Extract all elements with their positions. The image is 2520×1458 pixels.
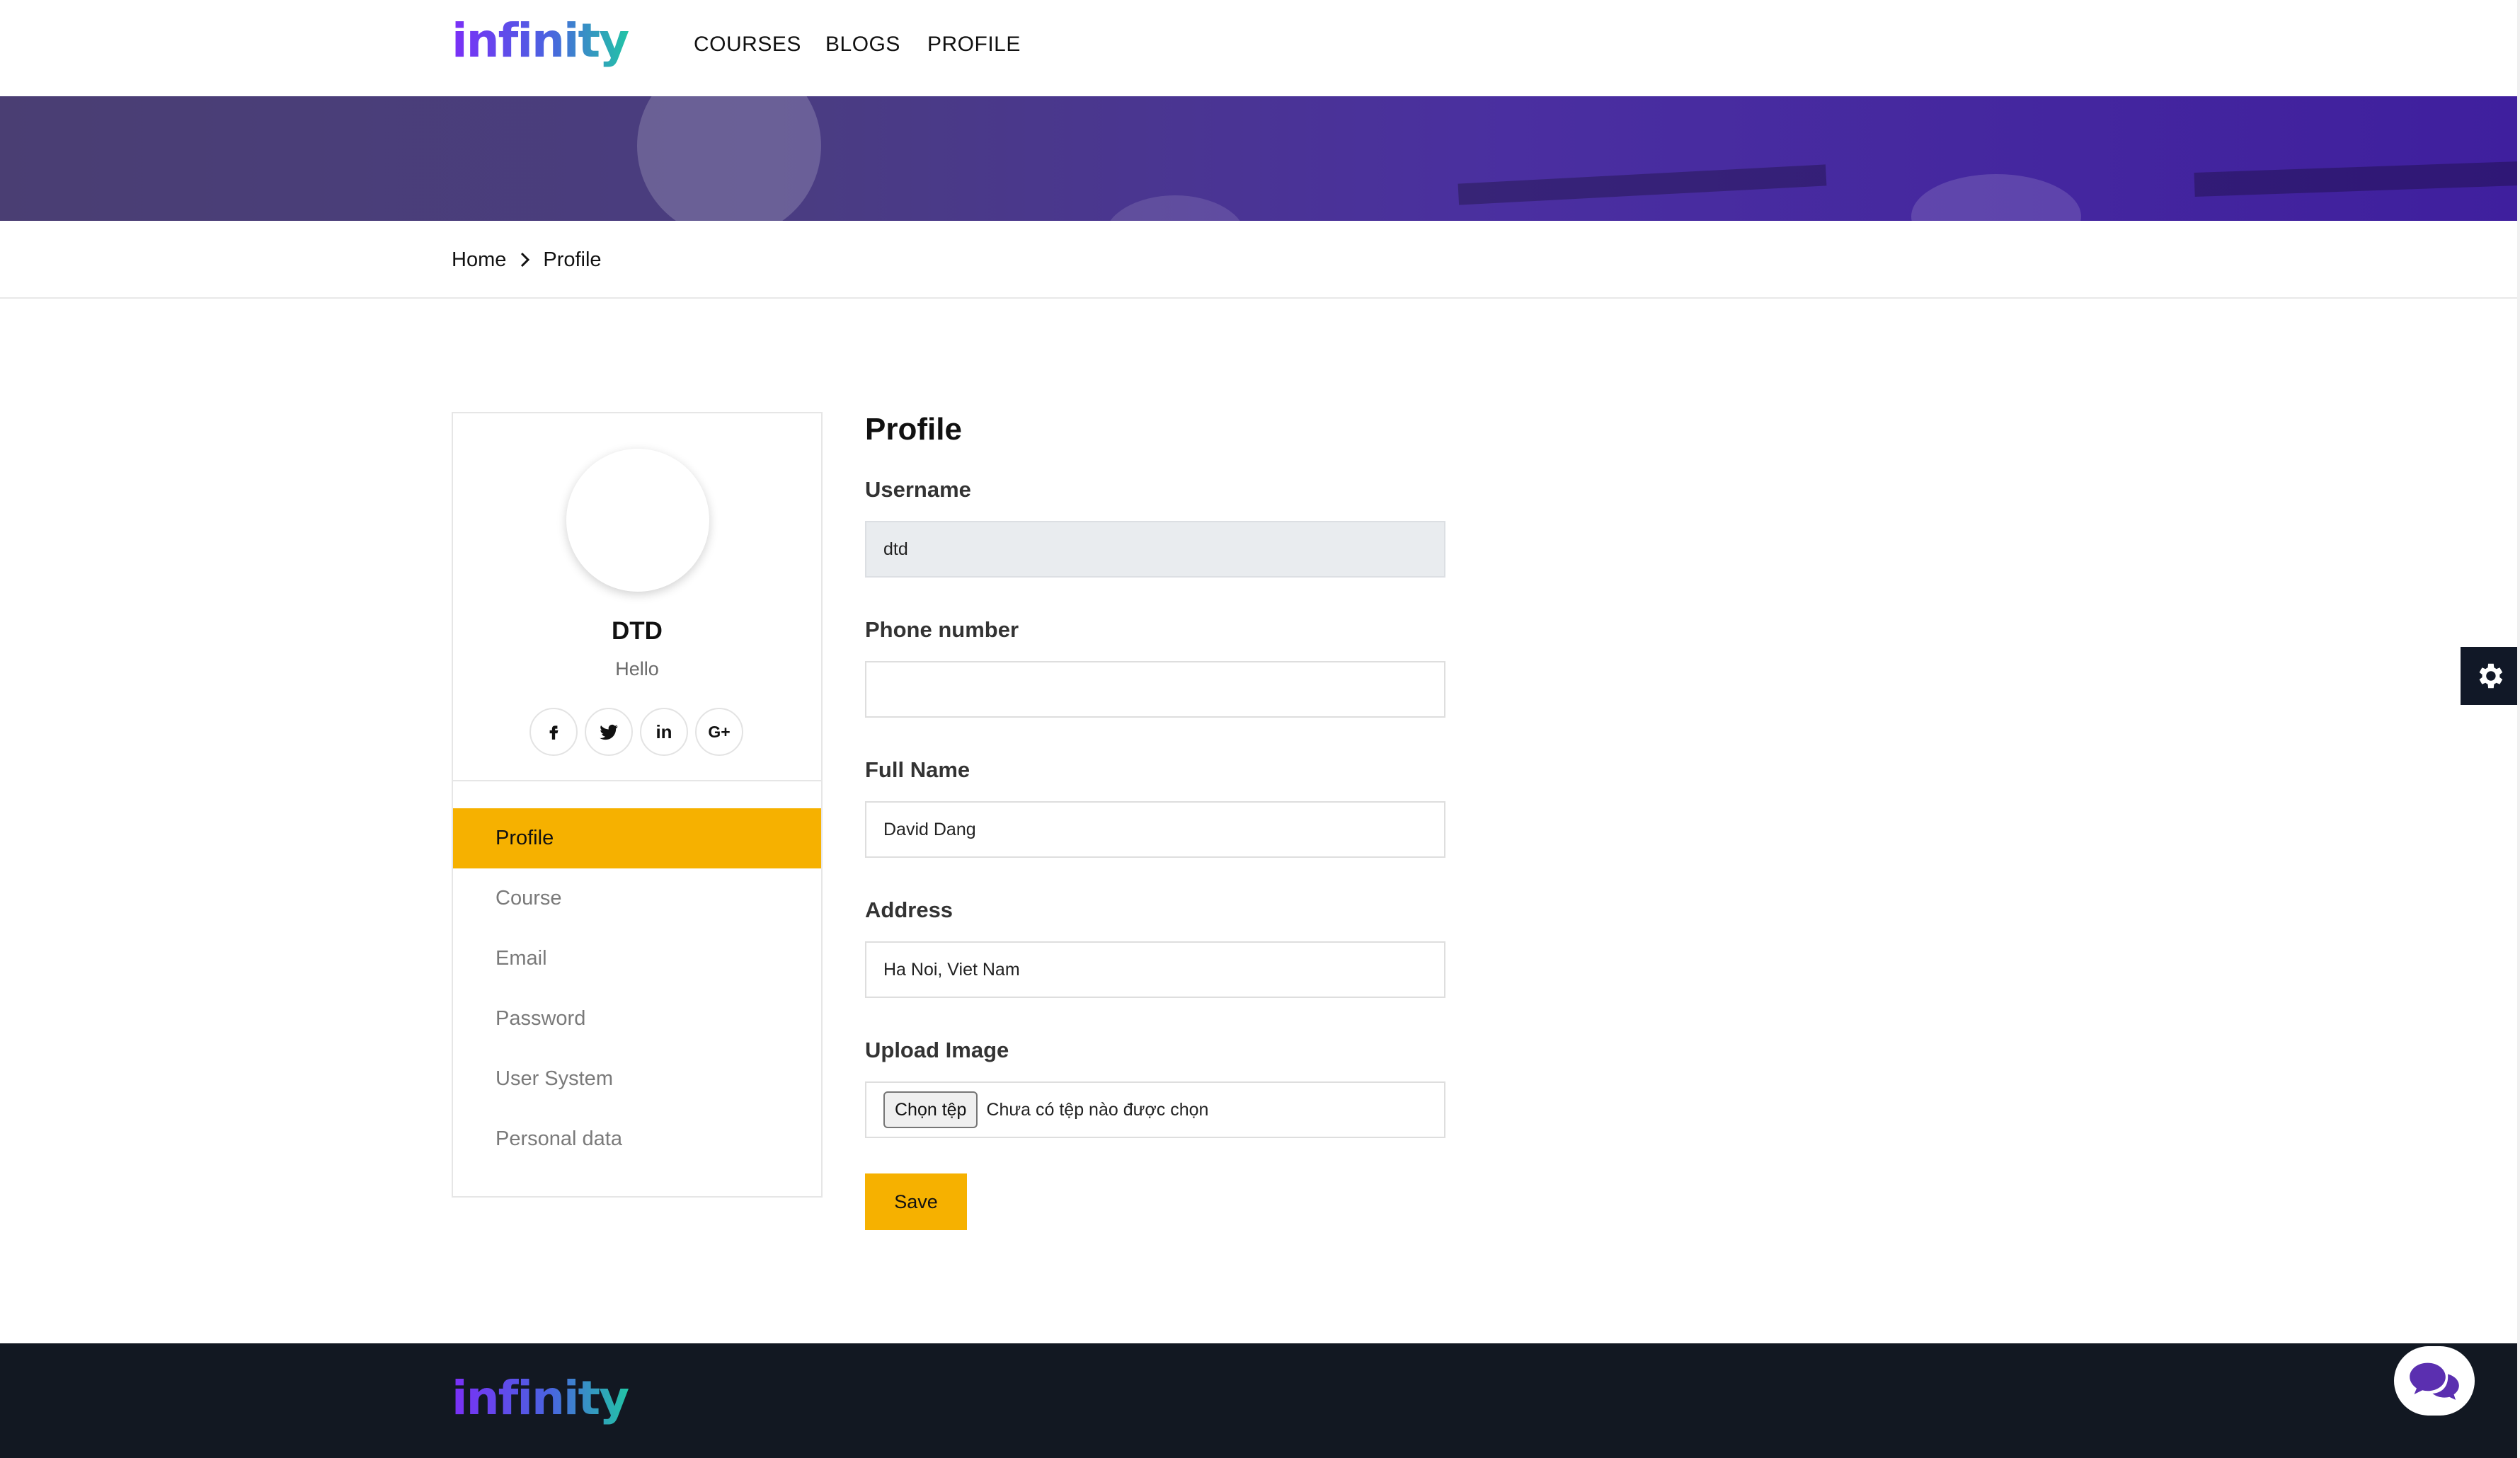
linkedin-glyph: in [655, 721, 672, 742]
infinity-logo-footer[interactable]: infinity [450, 1373, 651, 1433]
footer-logo-text: infinity [452, 1373, 629, 1425]
upload-image-label: Upload Image [865, 1038, 1009, 1062]
chat-bubbles-icon [2410, 1362, 2459, 1400]
logo-text: infinity [452, 16, 629, 68]
page-scrollbar[interactable] [2517, 0, 2520, 1458]
menu-item-user-system[interactable]: User System [453, 1049, 821, 1109]
nav-blogs-link[interactable]: BLOGS [825, 33, 900, 57]
top-navbar: infinity COURSES BLOGS PROFILE [0, 0, 2517, 96]
breadcrumb-current: Profile [543, 248, 602, 271]
social-links: in G+ [529, 708, 743, 756]
username-label: Username [865, 477, 971, 502]
gear-icon [2479, 663, 2503, 689]
footer: infinity [0, 1343, 2517, 1458]
profile-menu: Profile Course Email Password User Syste… [453, 808, 821, 1169]
banner-decor [1457, 164, 1827, 205]
menu-item-personal-data[interactable]: Personal data [453, 1109, 821, 1169]
upload-image-field: Chọn tệp Chưa có tệp nào được chọn [865, 1081, 1445, 1138]
address-label: Address [865, 897, 953, 922]
banner-decor [2194, 161, 2517, 197]
nav-courses-link[interactable]: COURSES [694, 33, 801, 57]
google-plus-glyph: G+ [708, 722, 731, 741]
profile-name: DTD [612, 617, 663, 645]
fullname-field[interactable] [865, 801, 1445, 858]
choose-file-button[interactable]: Chọn tệp [883, 1091, 978, 1128]
banner-decor [1911, 174, 2081, 221]
linkedin-icon[interactable]: in [640, 708, 688, 756]
username-field[interactable] [865, 521, 1445, 578]
infinity-logo[interactable]: infinity [450, 16, 651, 75]
fullname-label: Full Name [865, 757, 970, 782]
facebook-icon[interactable] [529, 708, 578, 756]
menu-item-course[interactable]: Course [453, 868, 821, 929]
phone-field[interactable] [865, 661, 1445, 718]
form-title: Profile [865, 412, 962, 447]
chevron-right-icon [521, 252, 530, 268]
menu-item-email[interactable]: Email [453, 929, 821, 989]
card-divider [453, 780, 821, 781]
menu-item-profile[interactable]: Profile [453, 808, 821, 868]
google-plus-icon[interactable]: G+ [695, 708, 743, 756]
menu-item-password[interactable]: Password [453, 989, 821, 1049]
phone-label: Phone number [865, 617, 1019, 642]
twitter-icon[interactable] [585, 708, 633, 756]
breadcrumb-home[interactable]: Home [452, 248, 506, 272]
banner-decor [637, 96, 821, 221]
banner-decor [1104, 195, 1246, 221]
profile-bio: Hello [615, 658, 659, 679]
profile-sidebar-card: DTD Hello in G+ Profile Course Email Pas… [452, 412, 823, 1198]
chat-widget-button[interactable] [2394, 1346, 2475, 1416]
hero-banner [0, 96, 2517, 221]
avatar[interactable] [566, 449, 709, 592]
address-field[interactable] [865, 941, 1445, 998]
save-button[interactable]: Save [865, 1173, 967, 1230]
file-status-text: Chưa có tệp nào được chọn [986, 1099, 1209, 1120]
nav-profile-link[interactable]: PROFILE [927, 33, 1021, 57]
breadcrumb: Home Profile [0, 221, 2517, 299]
settings-toggle-button[interactable] [2461, 647, 2519, 705]
